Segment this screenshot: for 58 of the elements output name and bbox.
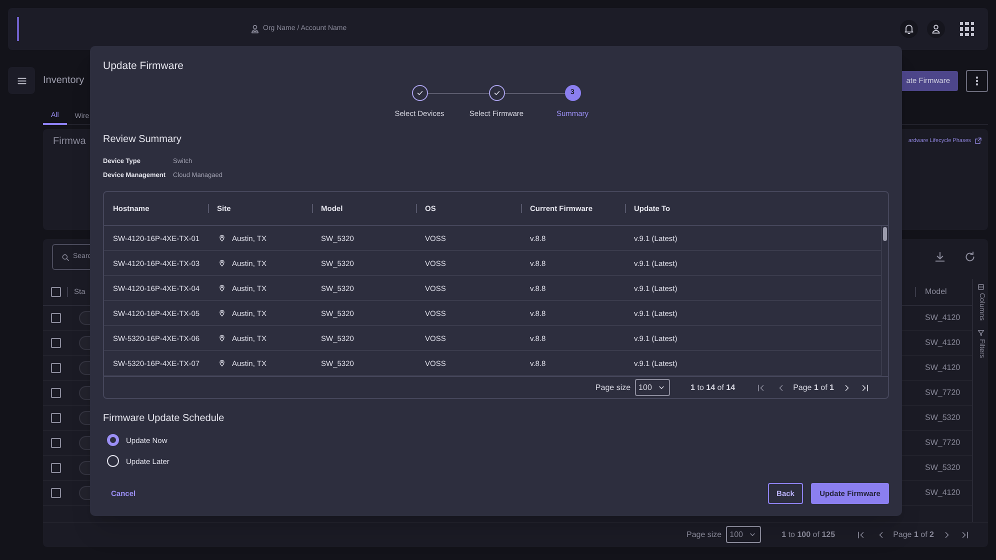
table-cell: SW_4120 [925,337,959,349]
radio-button[interactable] [107,434,119,446]
location-pin-icon [218,309,226,318]
location-pin-icon [218,284,226,292]
table-cell: SW_5320 [925,412,959,424]
page-size-select[interactable]: 100 [726,526,761,543]
checkbox[interactable] [51,363,61,373]
page-title: Inventory [43,74,84,88]
more-options-button[interactable] [966,70,988,92]
location-pin-icon [218,334,226,342]
dialog-title: Update Firmware [103,59,185,73]
table-cell: SW_7720 [925,387,959,399]
checkbox[interactable] [51,413,61,423]
checkbox[interactable] [51,313,61,323]
table-cell: SW_4120 [925,312,959,324]
columns-icon [976,283,984,291]
card-title: Firmwa [53,135,86,149]
table-cell: SW_4120 [925,362,959,374]
checkbox[interactable] [51,287,61,297]
page-indicator: Page 1 of 1 [793,382,834,394]
first-page-icon[interactable] [856,530,866,540]
table-cell: SW_7720 [925,437,959,449]
apps-grid-icon[interactable] [960,22,974,36]
section-title: Firmware Update Schedule [103,412,226,426]
last-page-icon[interactable] [960,530,970,540]
external-link-icon [974,137,982,146]
checkbox[interactable] [51,488,61,498]
last-page-icon[interactable] [860,382,870,393]
location-pin-icon [218,234,226,242]
table-cell: SW_5320 [925,462,959,474]
section-title: Review Summary [103,133,182,148]
checkbox[interactable] [51,338,61,348]
row-range: 1 to 14 of 14 [690,382,736,394]
page-size-label: Page size [595,382,631,394]
column-header: Model [925,286,948,298]
filter-icon [976,328,984,337]
org-icon [250,24,260,34]
checkbox[interactable] [51,463,61,473]
scrollbar-thumb [883,227,887,242]
check-icon [492,88,502,98]
user-icon[interactable] [926,20,944,38]
brand-mark [17,17,19,41]
check-icon [414,88,424,98]
location-pin-icon [218,359,226,368]
first-page-icon[interactable] [756,382,766,393]
row-range: 1 to 100 of 125 [782,528,836,540]
search-icon [61,252,70,262]
refresh-icon[interactable] [964,251,976,263]
bell-icon[interactable] [900,20,918,38]
table-cell: SW_4120 [925,487,959,499]
download-icon[interactable] [934,251,946,263]
location-pin-icon [218,259,226,268]
page-size-label: Page size [686,528,722,540]
page-size-select[interactable]: 100 [634,379,670,396]
checkbox[interactable] [51,438,61,448]
page-indicator: Page 1 of 2 [893,528,934,540]
menu-button[interactable] [8,67,35,94]
checkbox[interactable] [51,388,61,398]
